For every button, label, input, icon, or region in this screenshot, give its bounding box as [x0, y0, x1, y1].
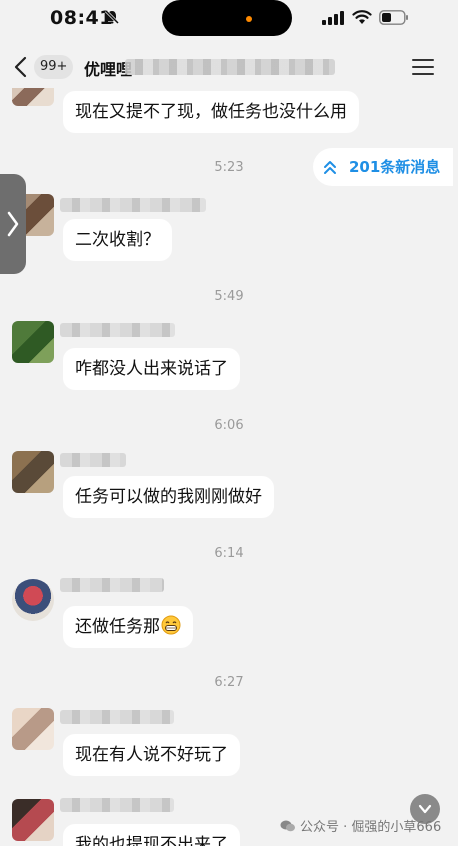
- watermark: 公众号 · 倔强的小草666: [280, 818, 441, 838]
- menu-icon[interactable]: [412, 58, 434, 76]
- message-bubble[interactable]: 现在有人说不好玩了: [63, 734, 240, 776]
- message-bubble[interactable]: 现在又提不了现，做任务也没什么用: [63, 91, 359, 133]
- wechat-icon: [280, 820, 295, 832]
- unread-count-badge[interactable]: 99+: [34, 55, 74, 79]
- avatar[interactable]: [12, 799, 54, 841]
- avatar[interactable]: [12, 708, 54, 750]
- timestamp: 6:27: [214, 675, 244, 690]
- battery-icon: [379, 10, 408, 25]
- chevron-down-icon: [418, 804, 432, 814]
- avatar[interactable]: [12, 321, 54, 363]
- dynamic-island: [162, 0, 292, 36]
- message-text: 还做任务那: [75, 617, 160, 637]
- timestamp: 6:06: [214, 418, 244, 433]
- message-bubble[interactable]: 二次收割？: [63, 219, 172, 261]
- timestamp: 6:14: [214, 546, 244, 561]
- chevron-right-icon: [7, 211, 19, 237]
- privacy-indicator-dot: [246, 16, 252, 22]
- message-bubble[interactable]: 我的也提现不出来了: [63, 824, 240, 846]
- chat-header: 99+ 优哩哩: [0, 46, 458, 88]
- signal-icon: [322, 11, 344, 25]
- sender-name-redacted: [60, 453, 126, 467]
- avatar[interactable]: [12, 579, 54, 621]
- timestamp: 5:49: [214, 289, 244, 304]
- status-bar: 08:41: [0, 0, 458, 40]
- back-icon[interactable]: [12, 55, 32, 79]
- sender-name-redacted: [60, 578, 164, 592]
- sender-name-redacted: [60, 323, 175, 337]
- avatar[interactable]: [12, 451, 54, 493]
- message-bubble[interactable]: 还做任务那: [63, 606, 193, 648]
- avatar[interactable]: [12, 88, 54, 106]
- sender-name-redacted: [60, 710, 174, 724]
- sender-name-redacted: [60, 198, 206, 212]
- chat-message-list[interactable]: 现在又提不了现，做任务也没什么用 5:23 二次收割？ 5:49 咋都没人出来说…: [0, 88, 458, 846]
- wifi-icon: [352, 10, 372, 24]
- message-bubble[interactable]: 咋都没人出来说话了: [63, 348, 240, 390]
- sender-name-redacted: [60, 798, 174, 812]
- watermark-text: 公众号 · 倔强的小草666: [300, 820, 442, 835]
- bell-off-icon: [104, 9, 120, 25]
- double-chevron-up-icon: [324, 161, 336, 174]
- title-redaction: [125, 59, 335, 75]
- grin-emoji-icon: [161, 615, 181, 635]
- message-bubble[interactable]: 任务可以做的我刚刚做好: [63, 476, 274, 518]
